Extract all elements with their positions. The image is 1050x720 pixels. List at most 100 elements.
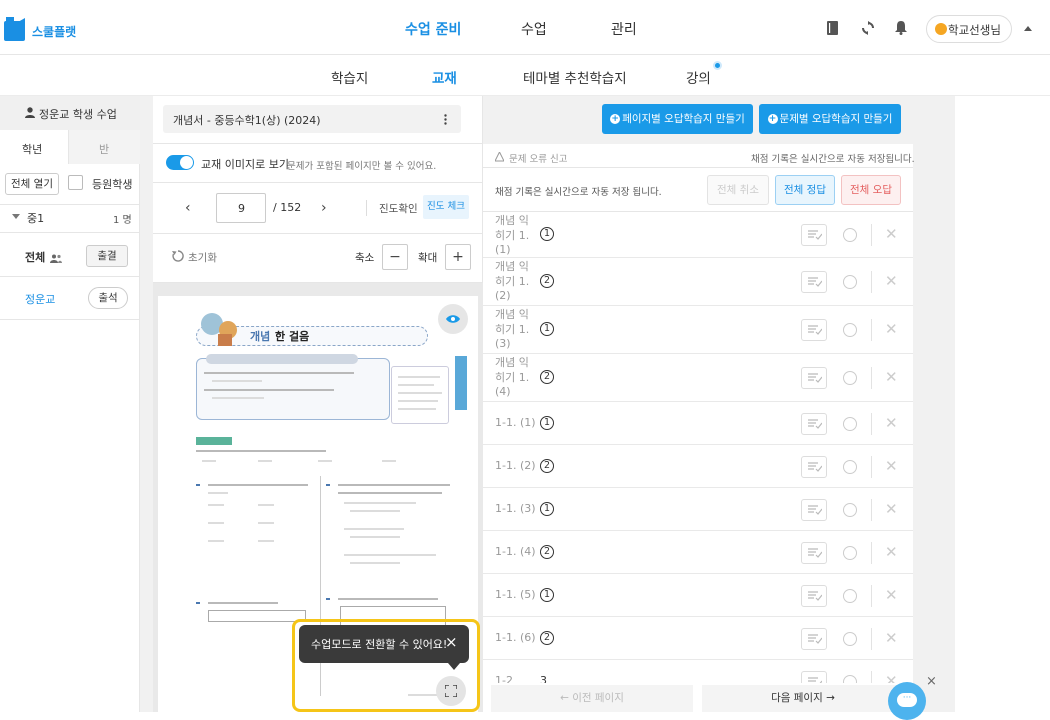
zoom-out-button[interactable]: − bbox=[382, 244, 408, 270]
row-answer: 1 bbox=[540, 227, 554, 241]
row-label: 개념 익히기 1. (3) bbox=[495, 308, 530, 350]
page-banner-illustration bbox=[198, 310, 243, 350]
nav-class-prep[interactable]: 수업 준비 bbox=[405, 19, 461, 39]
more-vertical-icon[interactable] bbox=[444, 114, 447, 128]
close-icon[interactable]: × bbox=[445, 633, 458, 651]
prev-page-icon[interactable]: ‹ bbox=[185, 200, 191, 216]
mark-correct-button[interactable] bbox=[843, 502, 857, 517]
memo-button[interactable] bbox=[801, 455, 827, 478]
grading-row: 1-1. (2) 2 ✕ bbox=[483, 445, 913, 488]
zoom-in-button[interactable]: + bbox=[445, 244, 471, 270]
mark-correct-button[interactable] bbox=[843, 631, 857, 646]
tab-theme-worksheet[interactable]: 테마별 추천학습지 bbox=[523, 67, 627, 87]
logo[interactable]: 스쿨플랫 bbox=[4, 17, 84, 43]
mark-correct-button[interactable] bbox=[843, 323, 857, 337]
attendance-student-button[interactable]: 출석 bbox=[88, 287, 128, 309]
prev-page-button[interactable]: ← 이전 페이지 bbox=[491, 685, 693, 712]
mark-wrong-button[interactable]: ✕ bbox=[885, 586, 898, 604]
all-label: 전체 bbox=[25, 251, 46, 264]
fullscreen-icon bbox=[445, 685, 457, 697]
row-answer: 1 bbox=[540, 501, 554, 516]
memo-icon bbox=[808, 590, 822, 601]
problem-wrong-sheet-button[interactable]: + 문제별 오답학습지 만들기 bbox=[759, 104, 901, 134]
mark-correct-button[interactable] bbox=[843, 588, 857, 603]
progress-check-button[interactable]: 진도 체크 bbox=[423, 195, 469, 219]
chat-icon: ··· bbox=[897, 693, 917, 707]
caret-up-icon[interactable] bbox=[1024, 26, 1032, 31]
book-title: 개념서 - 중등수학1(상) (2024) bbox=[173, 114, 321, 127]
mark-wrong-button[interactable]: ✕ bbox=[885, 272, 898, 290]
attendance-all-button[interactable]: 출결 bbox=[86, 245, 128, 267]
report-error-link[interactable]: 문제 오류 신고 bbox=[509, 151, 567, 165]
memo-button[interactable] bbox=[801, 584, 827, 607]
page-wrong-sheet-button[interactable]: + 페이지별 오답학습지 만들기 bbox=[602, 104, 753, 134]
memo-button[interactable] bbox=[801, 412, 827, 435]
mark-correct-button[interactable] bbox=[843, 545, 857, 560]
progress-label: 진도확인 bbox=[379, 203, 418, 215]
image-view-toggle[interactable] bbox=[166, 155, 194, 170]
tab-textbook[interactable]: 교재 bbox=[432, 67, 457, 87]
memo-icon bbox=[808, 418, 822, 429]
memo-button[interactable] bbox=[801, 541, 827, 564]
divider bbox=[871, 271, 872, 293]
mark-wrong-button[interactable]: ✕ bbox=[885, 629, 898, 647]
mark-wrong-button[interactable]: ✕ bbox=[885, 500, 898, 518]
mark-wrong-button[interactable]: ✕ bbox=[885, 320, 898, 338]
memo-button[interactable] bbox=[801, 367, 827, 389]
report-icon[interactable] bbox=[494, 150, 505, 165]
bell-icon[interactable] bbox=[895, 21, 907, 38]
fullscreen-button[interactable] bbox=[436, 676, 466, 706]
divider bbox=[153, 143, 483, 144]
memo-button[interactable] bbox=[801, 224, 827, 246]
mark-correct-button[interactable] bbox=[843, 416, 857, 431]
group-row[interactable]: 중1 1 명 bbox=[0, 205, 140, 229]
user-menu[interactable]: 학교선생님 bbox=[926, 15, 1012, 43]
eye-icon[interactable] bbox=[438, 304, 468, 334]
caret-down-icon bbox=[12, 214, 20, 219]
mark-wrong-button[interactable]: ✕ bbox=[885, 543, 898, 561]
memo-button[interactable] bbox=[801, 627, 827, 650]
all-wrong-button[interactable]: 전체 오답 bbox=[841, 175, 901, 205]
memo-button[interactable] bbox=[801, 271, 827, 293]
all-correct-button[interactable]: 전체 정답 bbox=[775, 175, 835, 205]
mark-correct-button[interactable] bbox=[843, 228, 857, 242]
mark-correct-button[interactable] bbox=[843, 371, 857, 385]
grading-row: 개념 익히기 1. (1) 1 ✕ bbox=[483, 212, 913, 258]
book-title-bar[interactable]: 개념서 - 중등수학1(상) (2024) bbox=[163, 105, 461, 133]
reset-icon[interactable] bbox=[172, 250, 184, 265]
tab-lecture[interactable]: 강의 bbox=[686, 67, 711, 87]
reset-label[interactable]: 초기화 bbox=[188, 250, 217, 265]
tooltip: 수업모드로 전환할 수 있어요! × bbox=[299, 625, 469, 663]
page-input[interactable]: 9 bbox=[216, 193, 266, 223]
expand-all-button[interactable]: 전체 열기 bbox=[5, 173, 59, 195]
next-page-button[interactable]: 다음 페이지 → bbox=[702, 685, 904, 712]
tab-class-label: 반 bbox=[99, 143, 110, 156]
memo-button[interactable] bbox=[801, 498, 827, 521]
nav-class[interactable]: 수업 bbox=[521, 19, 547, 39]
tab-grade[interactable]: 학년 bbox=[0, 130, 68, 164]
nav-manage[interactable]: 관리 bbox=[611, 19, 637, 39]
cancel-all-button[interactable]: 전체 취소 bbox=[707, 175, 769, 205]
page-heading-a: 개념 bbox=[250, 330, 271, 343]
chat-close-icon[interactable]: × bbox=[926, 674, 937, 689]
next-page-icon[interactable]: › bbox=[321, 200, 327, 216]
tab-worksheet[interactable]: 학습지 bbox=[331, 67, 368, 87]
mark-correct-button[interactable] bbox=[843, 275, 857, 289]
refresh-icon[interactable] bbox=[861, 21, 875, 38]
mark-wrong-button[interactable]: ✕ bbox=[885, 457, 898, 475]
tooltip-text: 수업모드로 전환할 수 있어요! bbox=[311, 638, 448, 651]
enrolled-checkbox[interactable] bbox=[68, 175, 83, 190]
book-icon[interactable] bbox=[827, 21, 838, 38]
tab-class[interactable]: 반 bbox=[68, 130, 140, 164]
grading-row: 개념 익히기 1. (2) 2 ✕ bbox=[483, 258, 913, 306]
answer-box bbox=[208, 610, 306, 622]
memo-button[interactable] bbox=[801, 319, 827, 341]
problem-wrong-sheet-label: 문제별 오답학습지 만들기 bbox=[779, 113, 893, 125]
group-count: 1 명 bbox=[113, 215, 132, 226]
mark-wrong-button[interactable]: ✕ bbox=[885, 368, 898, 386]
mark-correct-button[interactable] bbox=[843, 459, 857, 474]
mark-wrong-button[interactable]: ✕ bbox=[885, 414, 898, 432]
mark-wrong-button[interactable]: ✕ bbox=[885, 225, 898, 243]
student-name[interactable]: 정운교 bbox=[25, 291, 55, 307]
chat-button[interactable]: ··· bbox=[888, 682, 926, 720]
